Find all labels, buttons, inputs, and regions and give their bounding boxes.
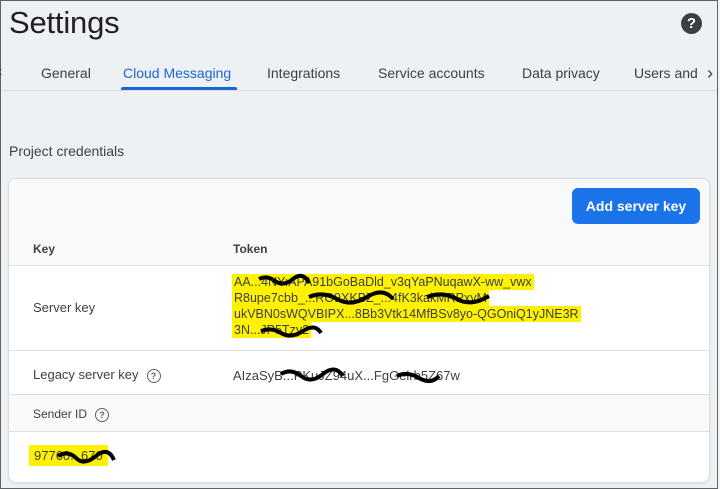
column-header-token: Token: [233, 242, 268, 256]
page-title: Settings: [9, 5, 120, 40]
column-header-key: Key: [33, 242, 56, 256]
help-icon[interactable]: ?: [681, 13, 702, 34]
tab-cloud-messaging[interactable]: Cloud Messaging: [123, 65, 231, 81]
tab-bar: ‹ General Cloud Messaging Integrations S…: [0, 53, 717, 91]
divider: [9, 350, 709, 351]
tab-integrations[interactable]: Integrations: [267, 65, 340, 81]
server-key-label: Server key: [33, 300, 96, 315]
tab-service-accounts[interactable]: Service accounts: [378, 65, 485, 81]
active-tab-indicator: [121, 87, 237, 90]
tab-users-and[interactable]: Users and: [634, 65, 698, 81]
credentials-card: Add server key Key Token Server key AA..…: [8, 178, 710, 483]
redaction-scribble: [279, 367, 441, 383]
divider: [9, 265, 709, 266]
sender-id-text: Sender ID: [33, 407, 88, 421]
sender-id-label: Sender ID?: [33, 407, 110, 422]
divider: [9, 431, 709, 432]
legacy-server-key-label: Legacy server key?: [33, 367, 161, 383]
help-icon[interactable]: ?: [95, 407, 110, 422]
divider: [9, 394, 709, 395]
settings-page: Settings ? ‹ General Cloud Messaging Int…: [0, 0, 718, 489]
add-server-key-button[interactable]: Add server key: [572, 188, 700, 224]
redaction-scribble: [258, 273, 491, 338]
section-title: Project credentials: [9, 143, 125, 159]
sender-id-header-row: [9, 394, 709, 431]
redaction-scribble: [56, 449, 116, 464]
tab-general[interactable]: General: [41, 65, 91, 81]
chevron-right-icon[interactable]: ›: [707, 63, 713, 84]
legacy-key-text: Legacy server key: [33, 367, 139, 382]
help-icon[interactable]: ?: [146, 368, 161, 383]
tab-data-privacy[interactable]: Data privacy: [522, 65, 600, 81]
chevron-left-icon[interactable]: ‹: [0, 63, 2, 81]
